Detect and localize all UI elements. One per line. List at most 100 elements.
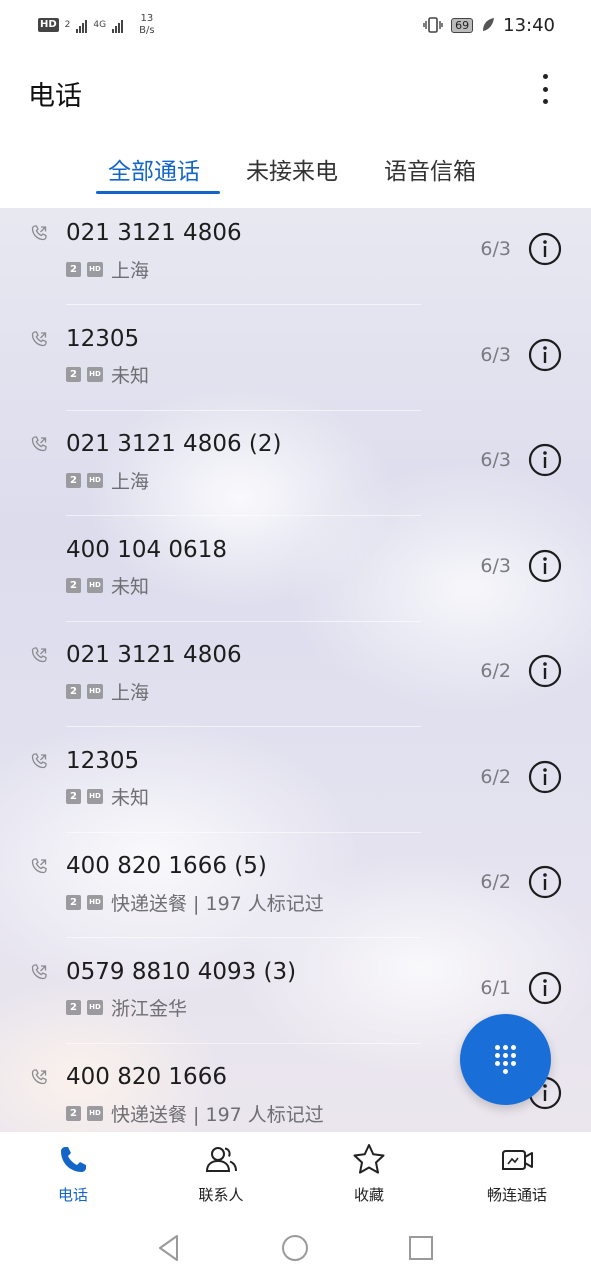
more-dot-icon [542,86,548,92]
video-call-icon [502,1150,533,1170]
call-subline: 2 HD 未知 [66,785,149,809]
call-date: 6/2 [480,765,511,788]
recents-icon[interactable] [405,1232,437,1264]
call-date: 6/3 [480,554,511,577]
hd-call-badge: HD [87,789,103,804]
hd-call-badge: HD [87,1000,103,1015]
net-speed-unit: B/s [139,25,155,36]
call-log-row[interactable]: 400 104 0618 2 HD 未知 6/3 [0,533,591,638]
call-date: 6/1 [480,976,511,999]
call-location: 未知 [111,365,150,387]
call-details-info-icon[interactable] [528,971,562,1005]
call-log-row[interactable]: 12305 2 HD 未知 6/2 [0,744,591,849]
call-details-info-icon[interactable] [528,654,562,688]
call-log-row[interactable]: 021 3121 4806 (2) 2 HD 上海 6/3 [0,427,591,532]
signal-icon-2 [112,17,124,33]
tab-voicemail[interactable]: 语音信箱 [384,152,476,186]
row-divider [66,515,421,516]
call-number: 400 104 0618 [66,536,227,563]
row-divider [66,726,421,727]
call-number: 021 3121 4806 (2) [66,431,282,457]
call-subline: 2 HD 上海 [66,468,149,493]
call-details-info-icon[interactable] [528,443,562,477]
call-details-info-icon[interactable] [528,338,562,372]
dialpad-icon [495,1045,516,1074]
sim-card-badge: 2 [66,1105,81,1121]
hd-voice-badge: HD [38,18,59,32]
call-date: 6/3 [480,343,511,366]
nav-item-contacts[interactable]: 联系人 [166,1142,276,1205]
call-subline: 2 HD 快递送餐 | 197 人标记过 [66,1101,324,1126]
call-location: 快递送餐 | 197 人标记过 [111,892,324,915]
nav-label-phone: 电话 [57,1186,88,1204]
call-location: 未知 [111,576,150,598]
nav-label-contacts: 联系人 [198,1186,244,1204]
call-location: 上海 [111,259,150,282]
signal-icon-1 [76,17,88,33]
leaf-icon [483,18,495,31]
call-number: 12305 [66,325,140,352]
sim-card-badge: 2 [66,578,81,593]
battery-level: 69 [455,18,470,32]
call-number: 400 820 1666 (5) [66,853,267,879]
hd-call-badge: HD [87,894,103,910]
call-details-info-icon[interactable] [528,549,562,583]
page-title: 电话 [28,81,82,112]
sim-card-badge: 2 [66,894,81,910]
vibrate-icon [423,17,443,33]
status-bar: HD 2 4G 13 B/s 69 13:40 [0,0,591,50]
battery-icon: 69 [451,17,474,33]
back-icon[interactable] [153,1232,185,1264]
sim-card-badge: 2 [66,1000,81,1015]
app-header: 电话 [0,50,591,134]
call-location: 未知 [111,787,150,809]
call-date: 6/3 [480,238,511,260]
hd-call-badge: HD [87,472,103,488]
nav-item-phone[interactable]: 电话 [18,1142,128,1205]
call-log-row[interactable]: 021 3121 4806 2 HD 上海 6/2 [0,638,591,743]
call-number: 021 3121 4806 [66,642,242,668]
outgoing-call-icon [30,330,48,348]
call-log-row[interactable]: 021 3121 4806 2 HD 上海 6/3 [0,216,591,321]
hd-call-badge: HD [87,1105,103,1121]
more-dot-icon [542,99,548,104]
call-details-info-icon[interactable] [528,865,562,899]
tab-missed-calls[interactable]: 未接来电 [246,152,338,186]
row-divider [66,831,421,833]
contacts-icon [205,1147,237,1172]
more-options-button[interactable] [533,72,557,106]
nav-item-meetime[interactable]: 畅连通话 [462,1142,572,1205]
row-divider [66,409,421,411]
nav-label-favorites: 收藏 [353,1186,384,1204]
call-log-list[interactable]: 021 3121 4806 2 HD 上海 6/3 12305 2 HD 未知 6/3 021 31… [0,208,591,1132]
call-log-row[interactable]: 12305 2 HD 未知 6/3 [0,322,591,427]
active-tab-indicator [96,191,220,194]
nav-item-favorites[interactable]: 收藏 [314,1142,424,1205]
row-divider [66,620,421,622]
outgoing-call-icon [30,435,48,453]
call-location: 上海 [111,681,150,704]
call-location: 浙江金华 [111,998,188,1020]
sim-number: 2 [64,20,71,30]
call-details-info-icon[interactable] [528,760,562,794]
call-subline: 2 HD 浙江金华 [66,996,187,1020]
sim-card-badge: 2 [66,261,81,277]
phone-icon [61,1147,86,1172]
tab-all-calls[interactable]: 全部通话 [108,152,200,186]
system-nav-bar [0,1220,591,1280]
more-dot-icon [542,74,548,79]
call-details-info-icon[interactable] [528,232,562,266]
star-icon [353,1144,385,1174]
call-subline: 2 HD 上海 [66,257,150,282]
call-number: 021 3121 4806 [66,220,242,246]
call-subline: 2 HD 未知 [66,574,149,598]
outgoing-call-icon [30,857,48,875]
outgoing-call-icon [30,646,48,664]
outgoing-call-icon [30,1068,48,1086]
call-date: 6/3 [480,449,511,471]
dialpad-button[interactable] [460,1014,551,1105]
nav-label-meetime: 畅连通话 [486,1186,547,1204]
call-log-row[interactable]: 400 820 1666 (5) 2 HD 快递送餐 | 197 人标记过 6/2 [0,849,591,954]
hd-call-badge: HD [87,578,103,593]
home-icon[interactable] [279,1232,311,1264]
